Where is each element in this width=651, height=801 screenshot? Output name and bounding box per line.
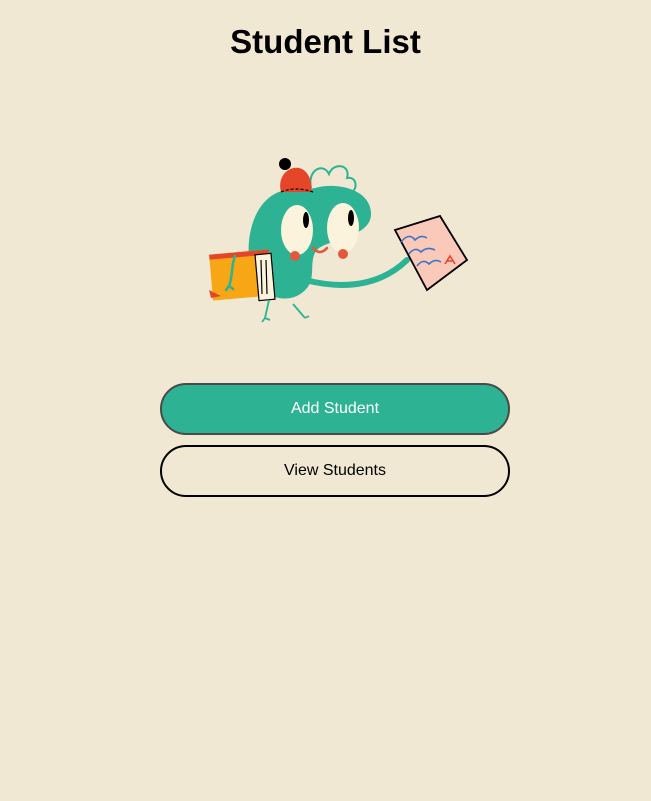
- view-students-button[interactable]: View Students: [160, 445, 510, 497]
- page-title: Student List: [230, 23, 421, 60]
- student-mascot-illustration: [195, 148, 475, 328]
- add-student-button[interactable]: Add Student: [160, 383, 510, 435]
